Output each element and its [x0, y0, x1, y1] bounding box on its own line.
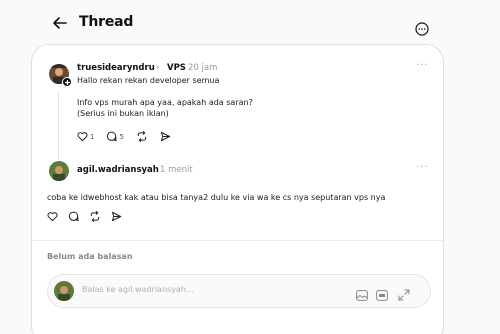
share-button[interactable] [111, 211, 122, 222]
heart-icon [77, 132, 88, 142]
plus-icon [64, 79, 70, 85]
post-greeting: Hallo rekan rekan developer semua [77, 76, 220, 85]
gif-icon [376, 290, 388, 301]
like-count: 1 [90, 132, 95, 141]
comment-time: 1 menit [160, 165, 193, 175]
no-replies-label: Belum ada balasan [47, 252, 133, 261]
post-body-line2: (Serius ini bukan iklan) [77, 109, 169, 118]
expand-icon [398, 289, 410, 301]
reply-box [47, 274, 431, 308]
user-photo-icon [49, 161, 69, 181]
comment-button[interactable]: 5 [106, 131, 124, 142]
post-actions: 1 5 [77, 131, 171, 142]
comment-button[interactable] [68, 211, 79, 222]
like-button[interactable]: 1 [77, 131, 94, 142]
comment-more-button[interactable]: ··· [416, 162, 429, 173]
heart-icon [47, 212, 58, 222]
post-topic[interactable]: VPS [167, 63, 186, 73]
send-icon [160, 131, 171, 142]
follow-badge[interactable] [62, 77, 72, 87]
thread-options-button[interactable] [415, 21, 429, 36]
page-title: Thread [79, 14, 134, 30]
thread-card: truesidearyndru › VPS 20 jam ··· Hallo r… [31, 44, 445, 334]
speech-bubble-icon [107, 131, 118, 142]
attach-image-button[interactable] [356, 286, 368, 305]
repost-button[interactable] [89, 211, 101, 222]
comment-actions [47, 211, 122, 222]
speech-bubble-icon [68, 211, 79, 222]
ellipsis-circle-icon [415, 22, 429, 36]
expand-composer-button[interactable] [398, 286, 410, 305]
send-icon [111, 211, 122, 222]
avatar [54, 281, 74, 301]
post-time: 20 jam [188, 63, 218, 73]
share-button[interactable] [160, 131, 171, 142]
like-button[interactable] [47, 211, 58, 222]
reply-input[interactable] [82, 285, 332, 294]
arrow-left-icon [53, 17, 67, 29]
post-more-button[interactable]: ··· [416, 60, 429, 71]
post-username[interactable]: truesidearyndru [77, 63, 155, 73]
back-button[interactable] [51, 14, 69, 32]
post-body-line1: Info vps murah apa yaa, apakah ada saran… [77, 98, 253, 107]
user-photo-icon [54, 281, 74, 301]
avatar[interactable] [49, 161, 69, 181]
image-icon [356, 290, 368, 301]
repost-button[interactable] [136, 131, 148, 142]
thread-header: Thread [0, 0, 500, 46]
section-divider [32, 240, 445, 241]
reply-count: 5 [119, 132, 124, 141]
repost-icon [90, 211, 100, 222]
gif-button[interactable] [376, 286, 388, 305]
comment-username[interactable]: agil.wadriansyah [77, 165, 159, 175]
repost-icon [137, 131, 147, 142]
topic-separator: › [156, 63, 160, 73]
thread-line [58, 92, 59, 160]
comment-body: coba ke idwebhost kak atau bisa tanya2 d… [47, 193, 386, 202]
